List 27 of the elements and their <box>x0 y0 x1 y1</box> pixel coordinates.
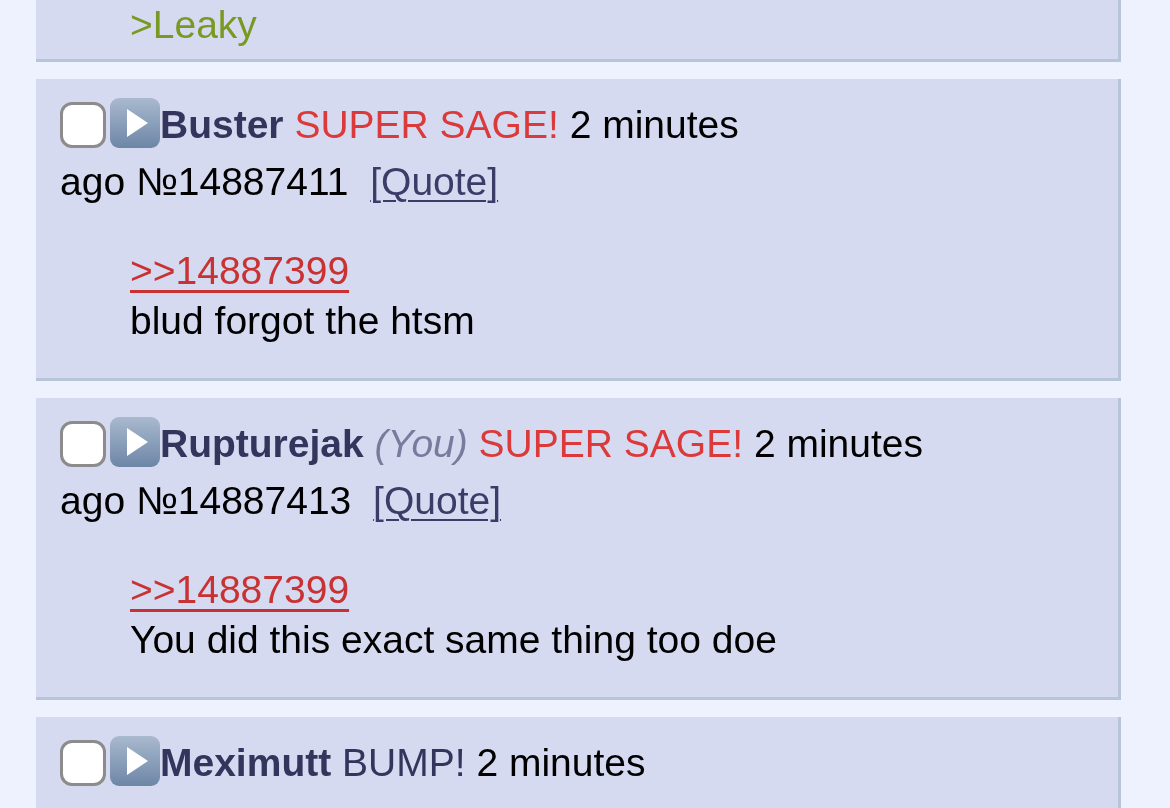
select-checkbox[interactable] <box>60 740 106 786</box>
post-time: 2 minutes <box>753 422 923 465</box>
play-icon[interactable] <box>110 98 160 148</box>
poster-name: Meximutt <box>160 741 332 784</box>
select-checkbox[interactable] <box>60 421 106 467</box>
reply-link[interactable]: >>14887399 <box>130 249 350 292</box>
post-time: 2 minutes <box>476 741 646 784</box>
quote-link[interactable]: [Quote] <box>373 479 502 522</box>
post-time: ago <box>60 479 126 522</box>
post-number-link[interactable]: №14887411 <box>135 160 349 203</box>
quote-link[interactable]: [Quote] <box>370 160 499 203</box>
message-text: You did this exact same thing too doe <box>130 618 777 661</box>
you-marker: (You) <box>374 422 468 465</box>
bump-text: BUMP! <box>342 741 466 784</box>
sage-text: SUPER SAGE! <box>294 103 559 146</box>
post-time: 2 minutes <box>569 103 739 146</box>
sage-text: SUPER SAGE! <box>478 422 744 465</box>
select-checkbox[interactable] <box>60 102 106 148</box>
post-number-link[interactable]: №14887413 <box>135 479 352 522</box>
poster-name: Rupturejak <box>160 422 364 465</box>
poster-name: Buster <box>160 103 284 146</box>
reply-link[interactable]: >>14887399 <box>130 568 350 611</box>
post-time: ago <box>60 160 126 203</box>
greentext-line: >Leaky <box>130 3 257 46</box>
message-text: blud forgot the htsm <box>130 299 475 342</box>
play-icon[interactable] <box>110 736 160 786</box>
play-icon[interactable] <box>110 417 160 467</box>
